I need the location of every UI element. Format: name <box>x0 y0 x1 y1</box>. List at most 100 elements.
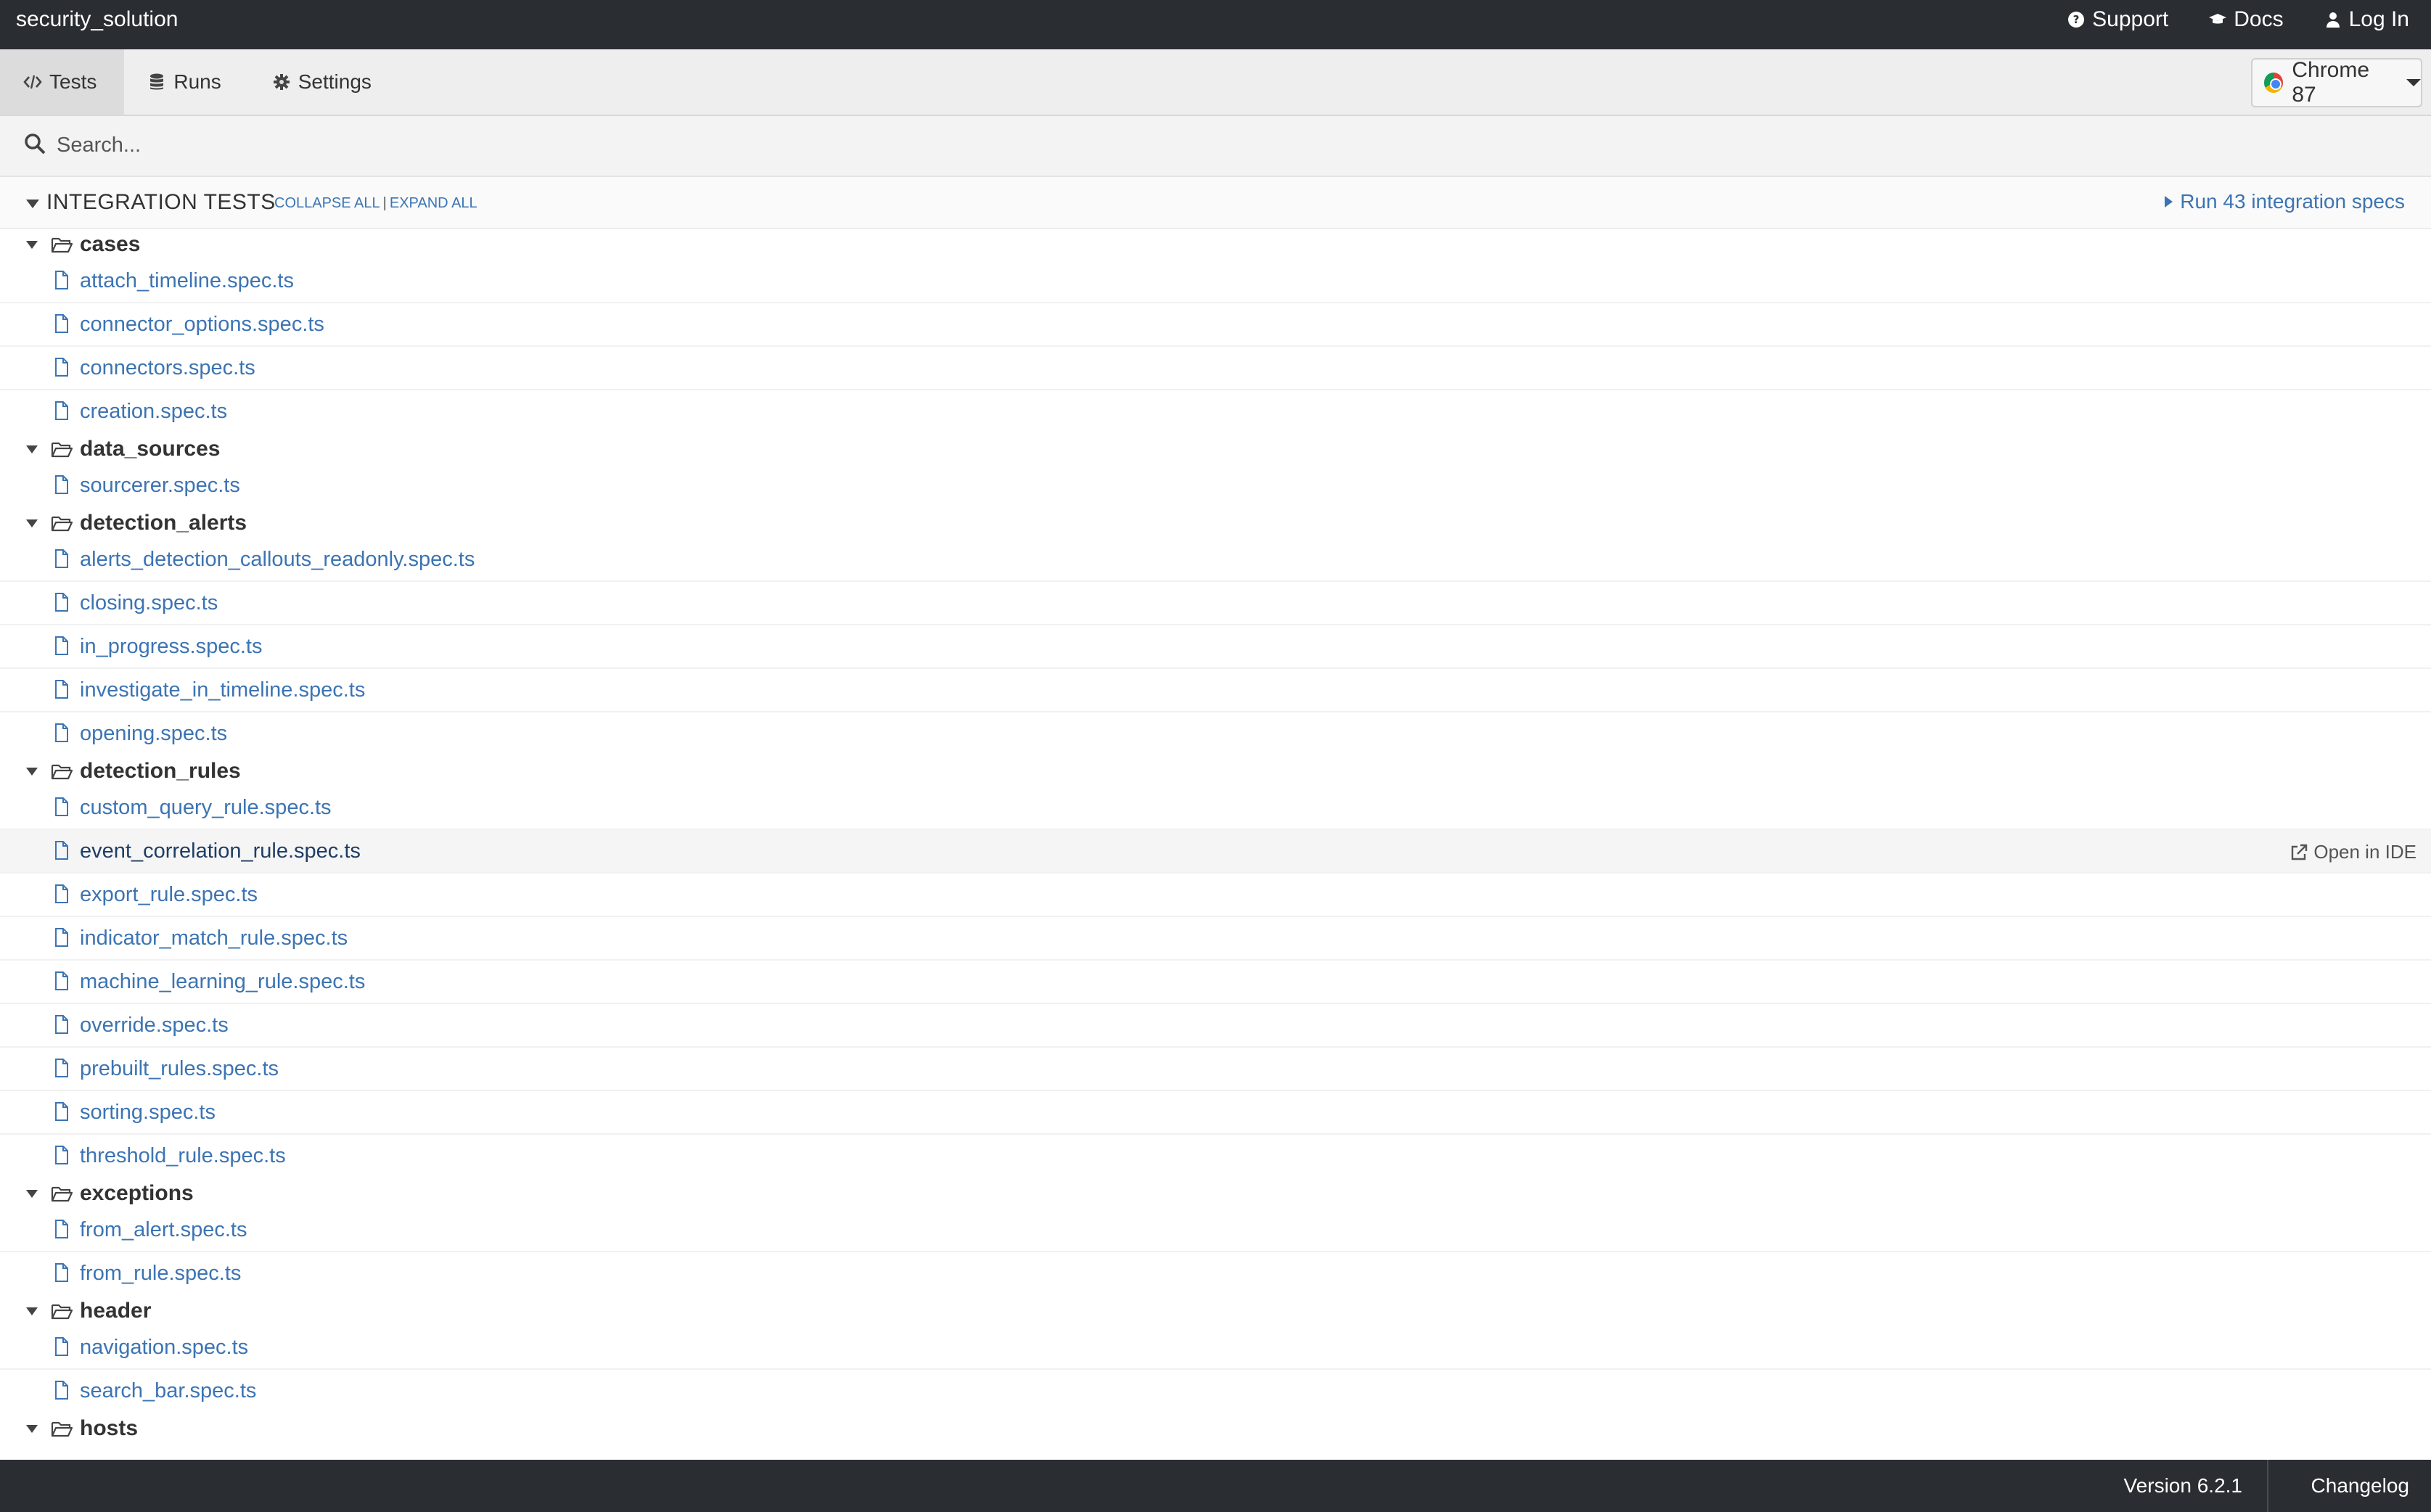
spec-file-row[interactable]: search_bar.spec.ts <box>0 1370 2431 1413</box>
spec-file-row[interactable]: navigation.spec.ts <box>0 1326 2431 1370</box>
tab-runs[interactable]: Runs <box>124 49 248 115</box>
file-icon <box>55 1059 68 1077</box>
spec-file-row[interactable]: indicator_match_rule.spec.ts <box>0 917 2431 961</box>
spec-file-name[interactable]: threshold_rule.spec.ts <box>80 1144 286 1168</box>
spec-file-row[interactable]: investigate_in_timeline.spec.ts <box>0 669 2431 712</box>
folder-row[interactable]: detection_rules <box>0 756 2431 786</box>
open-in-ide-button[interactable]: Open in IDE <box>2290 841 2416 863</box>
spec-file-row[interactable]: connector_options.spec.ts <box>0 303 2431 347</box>
docs-label: Docs <box>2234 7 2284 31</box>
spec-file-name[interactable]: search_bar.spec.ts <box>80 1379 256 1403</box>
spec-file-row[interactable]: custom_query_rule.spec.ts <box>0 786 2431 830</box>
login-label: Log In <box>2348 7 2409 31</box>
spec-file-name[interactable]: navigation.spec.ts <box>80 1336 248 1360</box>
folder-row[interactable]: detection_alerts <box>0 508 2431 538</box>
collapse-all-link[interactable]: COLLAPSE ALL <box>274 195 380 211</box>
spec-file-row[interactable]: closing.spec.ts <box>0 582 2431 625</box>
search-input[interactable] <box>57 126 1145 164</box>
collapse-expand-links: COLLAPSE ALL | EXPAND ALL <box>274 195 477 212</box>
run-all-specs-button[interactable]: Run 43 integration specs <box>2165 190 2405 213</box>
file-icon <box>55 593 68 612</box>
spec-file-row[interactable]: from_alert.spec.ts <box>0 1209 2431 1252</box>
spec-file-name[interactable]: indicator_match_rule.spec.ts <box>80 926 348 950</box>
spec-file-name[interactable]: alerts_detection_callouts_readonly.spec.… <box>80 548 475 572</box>
spec-file-name[interactable]: from_rule.spec.ts <box>80 1262 241 1286</box>
login-link[interactable]: Log In <box>2324 7 2409 32</box>
folder-name: hosts <box>80 1416 139 1440</box>
spec-file-row[interactable]: override.spec.ts <box>0 1004 2431 1048</box>
changelog-link[interactable]: Changelog <box>2311 1460 2409 1512</box>
spec-file-row[interactable]: machine_learning_rule.spec.ts <box>0 961 2431 1004</box>
folder-name: exceptions <box>80 1181 194 1205</box>
spec-file-row[interactable]: sorting.spec.ts <box>0 1091 2431 1135</box>
file-icon <box>55 971 68 990</box>
spec-file-name[interactable]: sorting.spec.ts <box>80 1101 216 1125</box>
spec-file-row[interactable]: attach_timeline.spec.ts <box>0 260 2431 303</box>
folder-row[interactable]: cases <box>0 229 2431 260</box>
folder-open-icon <box>51 1304 73 1320</box>
spec-file-row[interactable]: opening.spec.ts <box>0 712 2431 756</box>
tab-settings[interactable]: Settings <box>249 49 399 115</box>
support-label: Support <box>2092 7 2169 31</box>
question-circle-icon: ? <box>2068 12 2085 28</box>
folder-row[interactable]: exceptions <box>0 1178 2431 1209</box>
spec-file-name[interactable]: export_rule.spec.ts <box>80 883 258 907</box>
support-link[interactable]: ? Support <box>2067 7 2168 32</box>
expand-all-link[interactable]: EXPAND ALL <box>390 195 477 211</box>
spec-file-row[interactable]: alerts_detection_callouts_readonly.spec.… <box>0 538 2431 582</box>
collapse-triangle-icon[interactable] <box>26 200 39 208</box>
spec-file-name[interactable]: creation.spec.ts <box>80 400 227 424</box>
top-bar: security_solution ? Support Docs Log In <box>0 0 2431 49</box>
browser-dropdown[interactable]: Chrome 87 <box>2251 58 2422 107</box>
spec-file-name[interactable]: closing.spec.ts <box>80 591 218 615</box>
spec-file-name[interactable]: machine_learning_rule.spec.ts <box>80 970 365 994</box>
svg-text:?: ? <box>2073 13 2080 26</box>
spec-file-name[interactable]: sourcerer.spec.ts <box>80 474 240 498</box>
collapse-triangle-icon <box>26 1190 38 1198</box>
search-bar <box>0 116 2431 177</box>
spec-file-name[interactable]: override.spec.ts <box>80 1014 229 1038</box>
spec-tree: cases attach_timeline.spec.ts connector_op… <box>0 229 2431 1444</box>
spec-file-name[interactable]: event_correlation_rule.spec.ts <box>80 839 361 863</box>
spec-file-row[interactable]: connectors.spec.ts <box>0 347 2431 390</box>
file-icon <box>55 271 68 289</box>
open-in-ide-label: Open in IDE <box>2313 841 2416 863</box>
file-icon <box>55 1146 68 1164</box>
file-icon <box>55 1220 68 1238</box>
spec-file-name[interactable]: custom_query_rule.spec.ts <box>80 796 332 820</box>
file-icon <box>55 680 68 699</box>
spec-file-row[interactable]: from_rule.spec.ts <box>0 1252 2431 1296</box>
spec-file-row[interactable]: prebuilt_rules.spec.ts <box>0 1048 2431 1091</box>
spec-file-name[interactable]: in_progress.spec.ts <box>80 635 262 659</box>
top-links: ? Support Docs Log In <box>2067 7 2409 32</box>
file-icon <box>55 1263 68 1282</box>
folder-row[interactable]: header <box>0 1296 2431 1326</box>
spec-file-row[interactable]: threshold_rule.spec.ts <box>0 1135 2431 1178</box>
folder-open-icon <box>51 1421 73 1437</box>
project-title: security_solution <box>16 7 179 31</box>
chrome-icon <box>2264 73 2284 93</box>
folder-row[interactable]: data_sources <box>0 434 2431 464</box>
spec-file-row[interactable]: event_correlation_rule.spec.ts Open in ID… <box>0 830 2431 874</box>
spec-file-name[interactable]: investigate_in_timeline.spec.ts <box>80 678 365 702</box>
tab-tests[interactable]: Tests <box>0 49 125 115</box>
nav-tabs: Tests Runs Settings <box>0 49 399 115</box>
gear-icon <box>273 74 290 90</box>
spec-file-row[interactable]: creation.spec.ts <box>0 390 2431 434</box>
spec-file-row[interactable]: in_progress.spec.ts <box>0 625 2431 669</box>
run-all-label: Run 43 integration specs <box>2180 190 2405 213</box>
docs-link[interactable]: Docs <box>2209 7 2284 32</box>
spec-file-name[interactable]: connector_options.spec.ts <box>80 313 324 337</box>
spec-file-row[interactable]: sourcerer.spec.ts <box>0 464 2431 508</box>
spec-file-name[interactable]: connectors.spec.ts <box>80 356 255 380</box>
folder-row[interactable]: hosts <box>0 1413 2431 1444</box>
file-icon <box>55 358 68 377</box>
spec-file-name[interactable]: attach_timeline.spec.ts <box>80 269 294 293</box>
database-icon <box>150 73 164 90</box>
spec-file-name[interactable]: prebuilt_rules.spec.ts <box>80 1057 279 1081</box>
collapse-triangle-icon <box>26 445 38 453</box>
spec-file-row[interactable]: export_rule.spec.ts <box>0 874 2431 917</box>
folder-open-icon <box>51 516 73 532</box>
spec-file-name[interactable]: opening.spec.ts <box>80 722 227 746</box>
spec-file-name[interactable]: from_alert.spec.ts <box>80 1218 247 1242</box>
